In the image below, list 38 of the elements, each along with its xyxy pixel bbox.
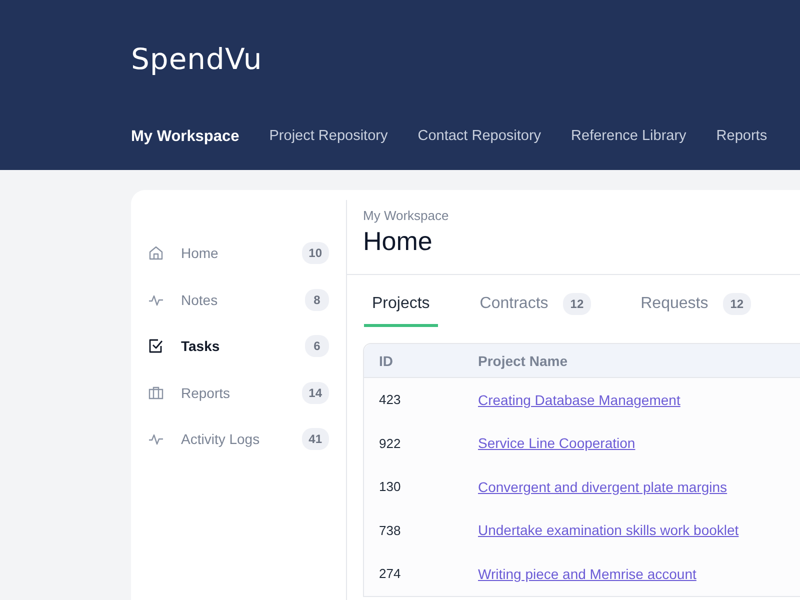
sidebar-item[interactable]: Notes 8 <box>148 276 329 323</box>
sidebar-item[interactable]: Tasks 6 <box>148 323 329 370</box>
house-icon <box>148 245 164 262</box>
logo: SpendVu <box>131 42 264 78</box>
table-cell-text: 130 <box>378 479 402 494</box>
table-cell-text: 922 <box>378 436 402 451</box>
project-link[interactable]: Service Line Cooperation <box>478 435 636 452</box>
count-badge: 10 <box>302 242 329 264</box>
checkbox-icon <box>148 338 164 354</box>
project-link[interactable]: Creating Database Management <box>478 392 680 408</box>
count-badge: 6 <box>305 335 329 358</box>
table-cell-text: 274 <box>378 566 402 582</box>
table-cell-text: 423 <box>378 392 402 408</box>
tab[interactable]: Contracts 12 <box>472 288 599 327</box>
table-cell-text: 738 <box>378 522 402 538</box>
nav-link[interactable]: Contact Repository <box>418 128 542 146</box>
count-badge: 12 <box>563 293 591 315</box>
page-title: Home <box>363 226 434 257</box>
tab[interactable]: Projects <box>364 288 438 327</box>
project-link[interactable]: Writing piece and Memrise account <box>478 566 696 582</box>
project-link[interactable]: Undertake examination skills work booklet <box>478 522 739 538</box>
nav-link[interactable]: Reports <box>716 128 768 146</box>
column-header: ID <box>378 352 394 368</box>
briefcase-icon <box>148 384 164 401</box>
sidebar-item[interactable]: Activity Logs 41 <box>148 416 329 462</box>
nav-link[interactable]: My Workspace <box>131 128 240 146</box>
nav-link[interactable]: Project Repository <box>269 128 388 146</box>
count-badge: 12 <box>723 293 751 315</box>
breadcrumb: My Workspace <box>363 208 450 223</box>
tab[interactable]: Requests 12 <box>632 288 759 327</box>
count-badge: 41 <box>302 428 329 450</box>
count-badge: 14 <box>302 382 329 404</box>
count-badge: 8 <box>305 288 329 311</box>
project-link[interactable]: Convergent and divergent plate margins <box>478 478 728 495</box>
nav-link[interactable]: Reference Library <box>571 128 686 146</box>
sidebar-item[interactable]: Home 10 <box>148 230 329 276</box>
sidebar-item[interactable]: Reports 14 <box>148 370 329 416</box>
column-header: Project Name <box>478 352 568 368</box>
